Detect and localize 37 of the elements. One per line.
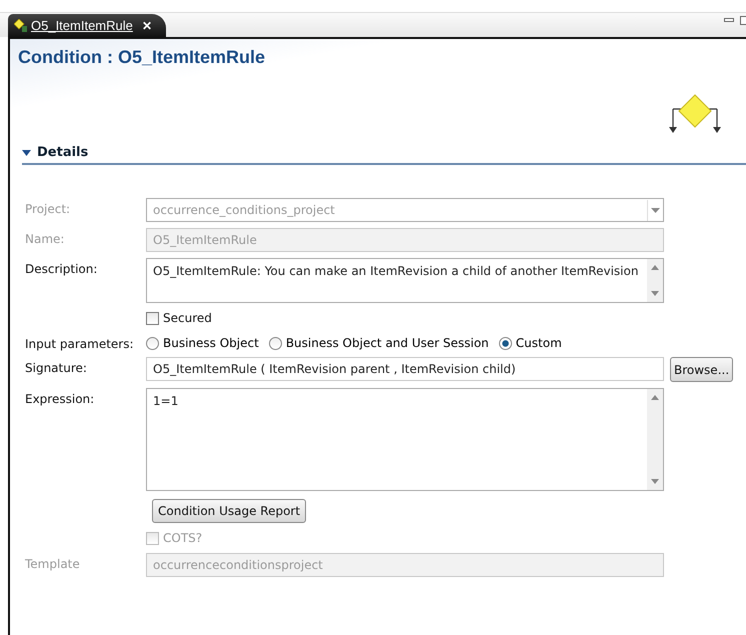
editor-title: Condition : O5_ItemItemRule bbox=[17, 46, 266, 68]
radio-label: Business Object and User Session bbox=[286, 336, 489, 350]
caret-icon bbox=[22, 150, 31, 156]
section-header[interactable]: Details bbox=[22, 145, 746, 165]
radio-button[interactable] bbox=[498, 336, 512, 350]
text-area[interactable]: 1=1 bbox=[146, 388, 664, 491]
field-label: Expression: bbox=[25, 391, 96, 406]
report-button[interactable]: Condition Usage Report bbox=[152, 499, 306, 523]
field-label: Input parameters: bbox=[25, 336, 135, 351]
minimize-icon[interactable] bbox=[724, 16, 734, 24]
browse-button[interactable]: Browse... bbox=[670, 357, 734, 382]
scroll-up-icon[interactable] bbox=[651, 395, 659, 400]
scroll-up-icon[interactable] bbox=[651, 265, 659, 270]
field-label: Project: bbox=[25, 201, 72, 216]
field-label: Description: bbox=[25, 261, 98, 276]
checkbox-label: COTS? bbox=[163, 531, 202, 545]
radio-label: Business Object bbox=[163, 336, 259, 350]
field-label: Template bbox=[25, 556, 81, 571]
field-label: Name: bbox=[25, 231, 66, 246]
checkbox-label: Secured bbox=[163, 311, 212, 325]
field-label: Signature: bbox=[25, 360, 88, 375]
tab-label: O5_ItemItemRule bbox=[31, 18, 133, 33]
text-area[interactable]: O5_ItemItemRule: You can make an ItemRevision a child of another ItemRevision bbox=[146, 258, 664, 303]
scroll-down-icon[interactable] bbox=[651, 479, 659, 484]
text-field[interactable]: O5_ItemItemRule ( ItemRevision parent , ItemRevision child) bbox=[146, 357, 664, 381]
close-icon[interactable]: ✕ bbox=[142, 18, 152, 32]
radio-label: Custom bbox=[516, 336, 562, 350]
section-title: Details bbox=[37, 145, 88, 160]
checkbox[interactable] bbox=[146, 312, 159, 324]
radio-button[interactable] bbox=[268, 336, 282, 350]
scrollbar[interactable] bbox=[647, 389, 663, 490]
maximize-icon[interactable] bbox=[740, 16, 746, 25]
scroll-down-icon[interactable] bbox=[651, 291, 659, 296]
diamond-icon bbox=[14, 18, 28, 32]
scrollbar[interactable] bbox=[647, 259, 663, 302]
editor-tab[interactable]: O5_ItemItemRule ✕ bbox=[8, 14, 166, 37]
radio-button[interactable] bbox=[146, 336, 159, 350]
